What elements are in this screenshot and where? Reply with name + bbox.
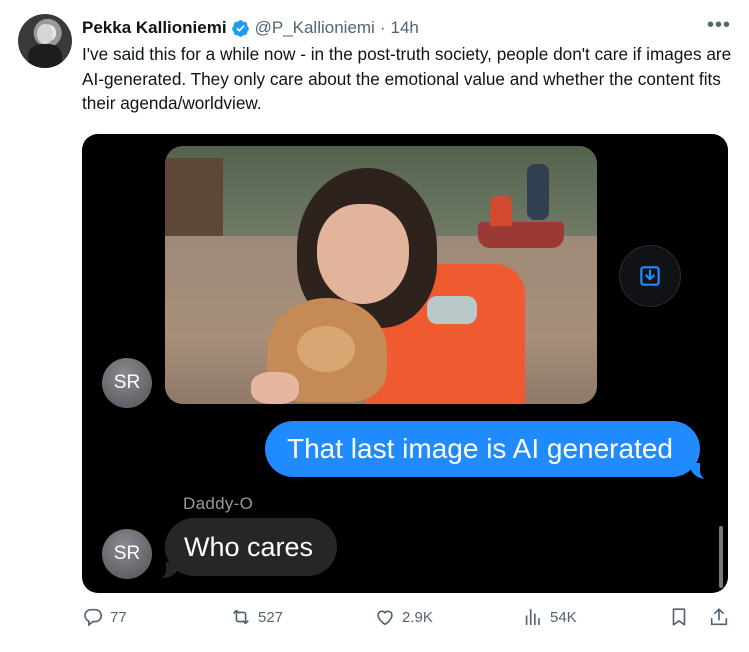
- photo-puppy-face: [297, 326, 355, 372]
- tweet-media[interactable]: SR That last image is AI generated Daddy…: [82, 134, 728, 593]
- download-icon: [640, 266, 660, 286]
- contact-avatar: SR: [102, 529, 152, 579]
- share-button[interactable]: [708, 606, 730, 628]
- scrollbar[interactable]: [719, 526, 723, 588]
- author-name[interactable]: Pekka Kallioniemi: [82, 18, 227, 38]
- photo-hand: [251, 372, 299, 404]
- sender-name: Daddy-O: [183, 494, 254, 513]
- photo-rescuer: [527, 164, 549, 220]
- reply-count: 77: [110, 608, 127, 626]
- retweet-count: 527: [258, 608, 284, 626]
- contact-avatar: SR: [102, 358, 152, 408]
- avatar-body: [28, 44, 62, 68]
- bookmark-button[interactable]: [668, 606, 690, 628]
- outgoing-message-text: That last image is AI generated: [287, 433, 673, 464]
- flood-photo[interactable]: [165, 146, 597, 404]
- retweet-icon: [233, 609, 249, 625]
- share-icon: [710, 608, 728, 626]
- like-button[interactable]: 2.9K: [374, 606, 433, 628]
- heart-icon: [377, 610, 393, 626]
- photo-house: [165, 158, 223, 238]
- incoming-message-bubble: Who cares: [165, 518, 337, 576]
- views-count: 54K: [550, 608, 577, 626]
- reply-button[interactable]: 77: [82, 606, 127, 628]
- tweet-actions: 77 527 2.9K 54K: [82, 606, 732, 636]
- photo-vest-strap: [427, 296, 477, 324]
- reply-icon: [84, 608, 103, 627]
- tweet-header: Pekka Kallioniemi @P_Kallioniemi · 14h •…: [82, 15, 731, 40]
- more-icon[interactable]: •••: [707, 15, 731, 35]
- author-avatar[interactable]: [18, 14, 72, 68]
- views-button[interactable]: 54K: [522, 606, 577, 628]
- views-chart-icon: [525, 608, 540, 626]
- photo-rescuer: [490, 196, 512, 226]
- retweet-button[interactable]: 527: [230, 606, 283, 628]
- save-image-icon[interactable]: [619, 245, 681, 307]
- avatar-face: [37, 24, 53, 44]
- like-count: 2.9K: [402, 608, 433, 626]
- incoming-message-text: Who cares: [184, 531, 314, 562]
- tweet-time[interactable]: 14h: [391, 18, 419, 38]
- outgoing-bubble-tail-mask: [700, 459, 714, 481]
- outgoing-message-bubble: That last image is AI generated: [265, 421, 700, 477]
- tweet-text: I've said this for a while now - in the …: [82, 44, 732, 113]
- separator-dot: ·: [379, 18, 386, 37]
- author-handle[interactable]: @P_Kallioniemi: [255, 18, 375, 38]
- bookmark-icon: [672, 608, 686, 626]
- photo-girl-face: [317, 204, 409, 304]
- verified-badge-icon: [231, 19, 249, 37]
